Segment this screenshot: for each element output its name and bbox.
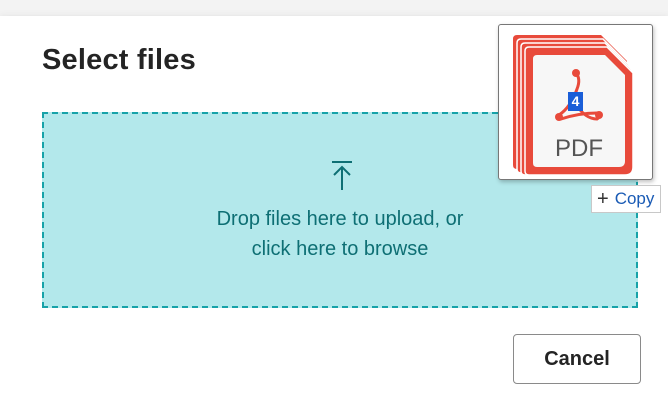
- copy-drop-tooltip: + Copy: [591, 185, 662, 213]
- drop-instructions-line1: Drop files here to upload, or: [216, 208, 464, 230]
- copy-action-label: Copy: [614, 189, 655, 208]
- drop-instructions-line2: click here to browse: [251, 238, 429, 260]
- cancel-button[interactable]: Cancel: [513, 334, 641, 384]
- plus-icon: +: [597, 188, 609, 210]
- dialog-title: Select files: [42, 44, 196, 76]
- drag-preview: PDF 4: [498, 24, 653, 180]
- pdf-label: PDF: [555, 135, 603, 162]
- file-count-badge: 4: [568, 92, 583, 111]
- drop-instructions: Drop files here to upload, or click here…: [44, 204, 636, 264]
- upload-arrow-icon: [332, 161, 352, 190]
